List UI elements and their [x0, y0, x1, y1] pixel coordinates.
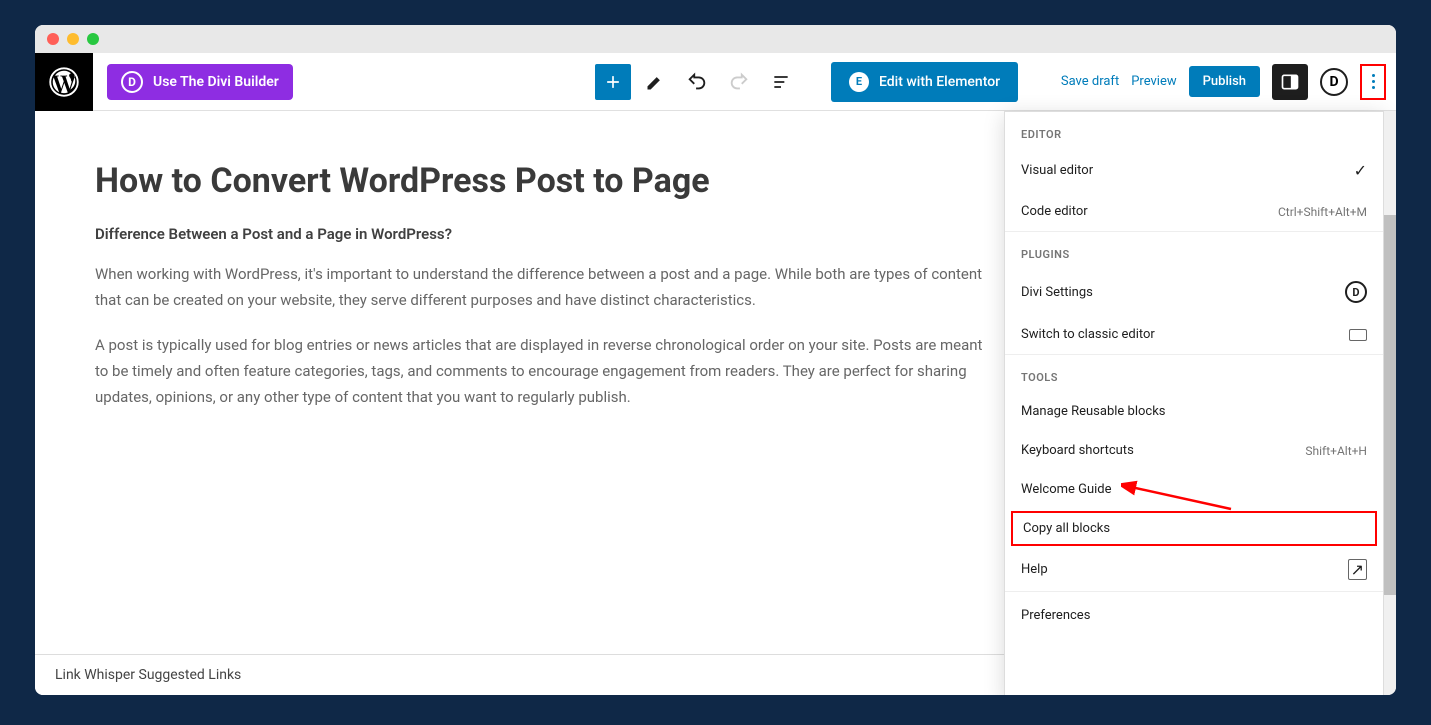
- divi-button-label: Use The Divi Builder: [153, 74, 279, 90]
- menu-item-label: Manage Reusable blocks: [1021, 404, 1166, 419]
- menu-item-label: Switch to classic editor: [1021, 327, 1155, 342]
- elementor-button[interactable]: E Edit with Elementor: [831, 62, 1018, 102]
- wordpress-logo[interactable]: [35, 53, 93, 111]
- external-link-icon: [1348, 560, 1367, 579]
- menu-item-label: Copy all blocks: [1023, 521, 1110, 536]
- elementor-icon: E: [849, 72, 869, 92]
- menu-item-label: Divi Settings: [1021, 285, 1093, 300]
- plus-icon: [603, 72, 623, 92]
- more-options-menu: EDITOR Visual editor Code editor Ctrl+Sh…: [1004, 111, 1384, 695]
- redo-button[interactable]: [721, 64, 757, 100]
- menu-item-keyboard-shortcuts[interactable]: Keyboard shortcuts Shift+Alt+H: [1005, 431, 1383, 470]
- divi-builder-button[interactable]: D Use The Divi Builder: [107, 64, 293, 100]
- scrollbar-thumb[interactable]: [1384, 215, 1396, 595]
- browser-window: D Use The Divi Builder E Edit with Ele: [35, 25, 1396, 695]
- divi-icon: D: [121, 71, 143, 93]
- menu-item-switch-classic[interactable]: Switch to classic editor: [1005, 315, 1383, 354]
- divi-icon: D: [1345, 281, 1367, 303]
- pencil-icon: [645, 72, 665, 92]
- menu-item-label: Visual editor: [1021, 163, 1093, 178]
- menu-shortcut: Shift+Alt+H: [1305, 444, 1367, 458]
- settings-panel-button[interactable]: [1272, 64, 1308, 100]
- add-block-button[interactable]: [595, 64, 631, 100]
- kebab-dot: [1372, 74, 1375, 77]
- save-draft-button[interactable]: Save draft: [1061, 74, 1119, 89]
- menu-item-copy-all-blocks[interactable]: Copy all blocks: [1011, 511, 1377, 546]
- kebab-dot: [1372, 86, 1375, 89]
- undo-icon: [686, 71, 708, 93]
- menu-item-divi-settings[interactable]: Divi Settings D: [1005, 269, 1383, 315]
- menu-item-label: Help: [1021, 562, 1048, 577]
- menu-item-label: Preferences: [1021, 608, 1090, 623]
- editor-toolbar: D Use The Divi Builder E Edit with Ele: [35, 53, 1396, 111]
- maximize-window-button[interactable]: [87, 33, 99, 45]
- menu-section-tools: TOOLS: [1005, 355, 1383, 392]
- right-tools: Save draft Preview Publish D: [1061, 64, 1386, 100]
- check-icon: [1354, 161, 1367, 180]
- link-whisper-panel[interactable]: Link Whisper Suggested Links: [35, 654, 1008, 695]
- sidebar-icon: [1280, 72, 1300, 92]
- menu-shortcut: Ctrl+Shift+Alt+M: [1278, 205, 1367, 219]
- wordpress-icon: [49, 67, 79, 97]
- close-window-button[interactable]: [47, 33, 59, 45]
- link-whisper-label: Link Whisper Suggested Links: [55, 667, 241, 683]
- preview-button[interactable]: Preview: [1131, 74, 1176, 89]
- menu-section-plugins: PLUGINS: [1005, 232, 1383, 269]
- menu-item-welcome-guide[interactable]: Welcome Guide: [1005, 470, 1383, 509]
- list-icon: [771, 72, 791, 92]
- center-tools: E Edit with Elementor: [595, 62, 1018, 102]
- post-paragraph[interactable]: A post is typically used for blog entrie…: [95, 332, 995, 411]
- menu-item-preferences[interactable]: Preferences: [1005, 592, 1383, 635]
- post-paragraph[interactable]: When working with WordPress, it's import…: [95, 261, 995, 314]
- undo-button[interactable]: [679, 64, 715, 100]
- menu-item-manage-reusable[interactable]: Manage Reusable blocks: [1005, 392, 1383, 431]
- menu-section-editor: EDITOR: [1005, 112, 1383, 149]
- menu-item-label: Keyboard shortcuts: [1021, 443, 1134, 458]
- more-options-button[interactable]: [1360, 64, 1386, 100]
- menu-item-visual-editor[interactable]: Visual editor: [1005, 149, 1383, 192]
- publish-button[interactable]: Publish: [1189, 66, 1260, 97]
- redo-icon: [728, 71, 750, 93]
- document-overview-button[interactable]: [763, 64, 799, 100]
- kebab-dot: [1372, 80, 1375, 83]
- menu-item-label: Code editor: [1021, 204, 1088, 219]
- minimize-window-button[interactable]: [67, 33, 79, 45]
- divi-settings-icon-button[interactable]: D: [1320, 68, 1348, 96]
- edit-mode-button[interactable]: [637, 64, 673, 100]
- menu-item-code-editor[interactable]: Code editor Ctrl+Shift+Alt+M: [1005, 192, 1383, 231]
- menu-item-label: Welcome Guide: [1021, 482, 1112, 497]
- window-titlebar: [35, 25, 1396, 53]
- elementor-button-label: Edit with Elementor: [879, 74, 1000, 90]
- keyboard-icon: [1349, 329, 1367, 341]
- menu-item-help[interactable]: Help: [1005, 548, 1383, 591]
